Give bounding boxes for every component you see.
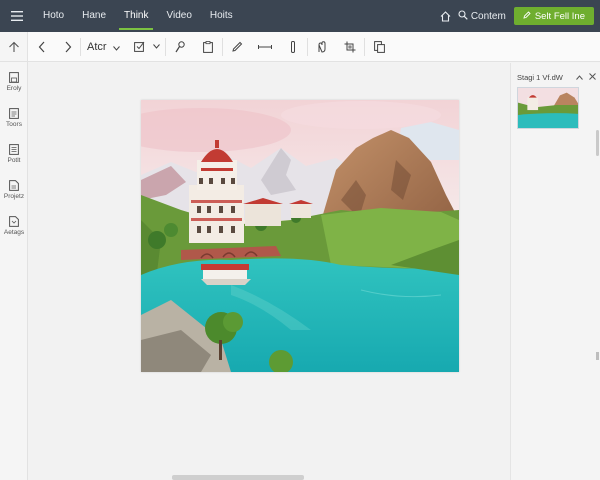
layers-panel: Stagi 1 Vf.dW [510, 63, 600, 480]
crop-icon[interactable] [336, 32, 364, 62]
tag-icon [9, 216, 19, 227]
clipboard-icon[interactable] [194, 32, 222, 62]
dropdown-icon [112, 38, 120, 56]
copy-icon[interactable] [365, 32, 393, 62]
collapse-rail-button[interactable] [0, 32, 27, 62]
document-icon [9, 108, 19, 119]
arrow-up-icon [8, 41, 19, 52]
content-label: Contem [470, 10, 506, 22]
dropdown-icon[interactable] [147, 32, 165, 62]
search-icon [458, 9, 468, 23]
file-icon [9, 180, 19, 191]
font-name: Atcr [87, 40, 107, 53]
save-icon [9, 72, 19, 83]
nav-item-hane[interactable]: Hane [73, 0, 115, 32]
horizontal-scrollbar[interactable] [172, 475, 304, 480]
rail-label-potlt: Potlt [7, 157, 21, 164]
cta-label: Selt Fell Ine [534, 10, 585, 22]
checkbox-icon[interactable] [131, 32, 147, 62]
resize-handle[interactable] [596, 352, 599, 360]
content-link[interactable]: Contem [458, 9, 506, 23]
rail-item-projetz[interactable]: Projetz [0, 180, 28, 200]
rail-label-projetz: Projetz [3, 193, 25, 200]
nav-item-hoto[interactable]: Hoto [34, 0, 73, 32]
hamburger-icon[interactable] [6, 0, 28, 32]
landscape-illustration [141, 100, 459, 372]
panel-header: Stagi 1 Vf.dW [517, 71, 596, 83]
rail-label-eroly: Eroly [6, 85, 22, 92]
chevron-left-icon[interactable] [28, 32, 56, 62]
nav-item-think[interactable]: Think [115, 0, 157, 32]
chevron-right-icon[interactable] [56, 32, 80, 62]
pen-icon[interactable] [223, 32, 251, 62]
rail-item-potlt[interactable]: Potlt [0, 144, 28, 164]
hand-icon[interactable] [308, 32, 336, 62]
thumbnail-image [518, 88, 578, 128]
artwork-image[interactable] [141, 100, 459, 372]
rail-item-toors[interactable]: Toors [0, 108, 28, 128]
pencil-icon [523, 10, 531, 22]
rail-label-toors: Toors [6, 121, 22, 128]
vertical-scrollbar[interactable] [596, 130, 599, 156]
layer-thumbnail[interactable] [517, 87, 579, 129]
panel-title: Stagi 1 Vf.dW [517, 72, 563, 82]
cta-button[interactable]: Selt Fell Ine [513, 7, 594, 25]
left-rail: Eroly Toors Potlt Projetz Aetags [0, 32, 28, 480]
list-icon [9, 144, 19, 155]
rail-label-aetags: Aetags [3, 229, 25, 236]
close-icon[interactable] [589, 72, 596, 82]
top-bar-actions: Contem Selt Fell Ine [436, 0, 600, 32]
rail-item-aetags[interactable]: Aetags [0, 216, 28, 236]
rail-item-eroly[interactable]: Eroly [0, 72, 28, 92]
font-selector[interactable]: Atcr [81, 32, 131, 62]
brush-icon[interactable] [166, 32, 194, 62]
nav-item-video[interactable]: Video [157, 0, 200, 32]
ruler-icon[interactable] [251, 32, 279, 62]
chevron-up-icon[interactable] [576, 73, 583, 82]
home-icon[interactable] [436, 0, 456, 32]
nav-item-hoits[interactable]: Hoits [201, 0, 242, 32]
line-icon[interactable] [279, 32, 307, 62]
editor-toolbar: Atcr [28, 32, 600, 62]
main-nav: Hoto Hane Think Video Hoits [34, 0, 242, 32]
top-bar: Hoto Hane Think Video Hoits Contem Selt … [0, 0, 600, 32]
